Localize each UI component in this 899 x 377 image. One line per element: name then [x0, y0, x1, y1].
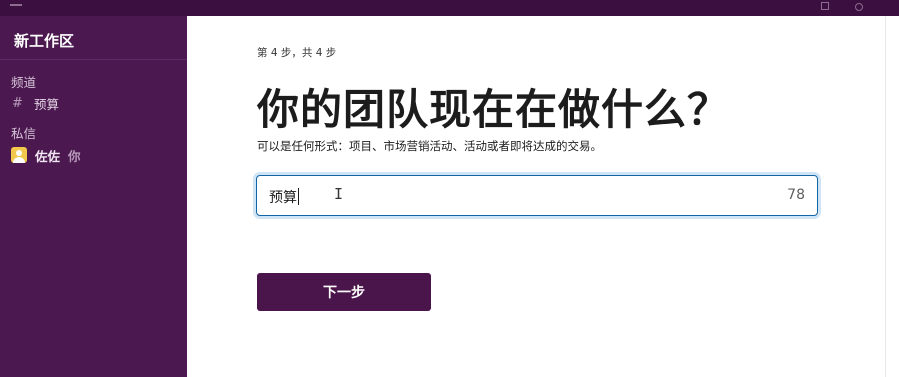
page-subtitle: 可以是任何形式：项目、市场营销活动、活动或者即将达成的交易。: [257, 139, 602, 153]
page-title: 你的团队现在在做什么？: [257, 85, 731, 134]
sidebar: 新工作区 频道 # 预算 私信 佐佐 你: [0, 16, 187, 377]
menu-icon[interactable]: [10, 4, 22, 6]
channels-section-label[interactable]: 频道: [0, 72, 187, 91]
i-beam-cursor-icon: I: [334, 185, 344, 203]
workspace-name[interactable]: 新工作区: [0, 16, 187, 60]
next-button[interactable]: 下一步: [257, 273, 431, 311]
help-icon[interactable]: [855, 3, 863, 11]
sidebar-item-channel-budget[interactable]: # 预算: [0, 91, 187, 115]
project-name-input[interactable]: 预算 I 78: [256, 175, 818, 216]
dm-section-label[interactable]: 私信: [0, 123, 187, 142]
maximize-icon[interactable]: [821, 2, 829, 10]
scrollbar[interactable]: [885, 16, 899, 377]
user-avatar-icon: [11, 147, 27, 163]
input-value-wrap: 预算: [269, 187, 299, 207]
channel-label: 预算: [34, 96, 60, 112]
text-caret: [298, 188, 299, 205]
window-titlebar: [0, 0, 899, 16]
step-indicator: 第 4 步，共 4 步: [257, 47, 337, 59]
dm-you-label: 你: [68, 148, 81, 164]
hash-icon: #: [12, 95, 23, 111]
sidebar-item-dm-self[interactable]: 佐佐 你: [0, 142, 187, 168]
character-count: 78: [787, 187, 805, 203]
input-value: 预算: [269, 190, 297, 206]
dm-name: 佐佐: [35, 148, 61, 164]
main-panel: 第 4 步，共 4 步 你的团队现在在做什么？ 可以是任何形式：项目、市场营销活…: [187, 16, 885, 377]
